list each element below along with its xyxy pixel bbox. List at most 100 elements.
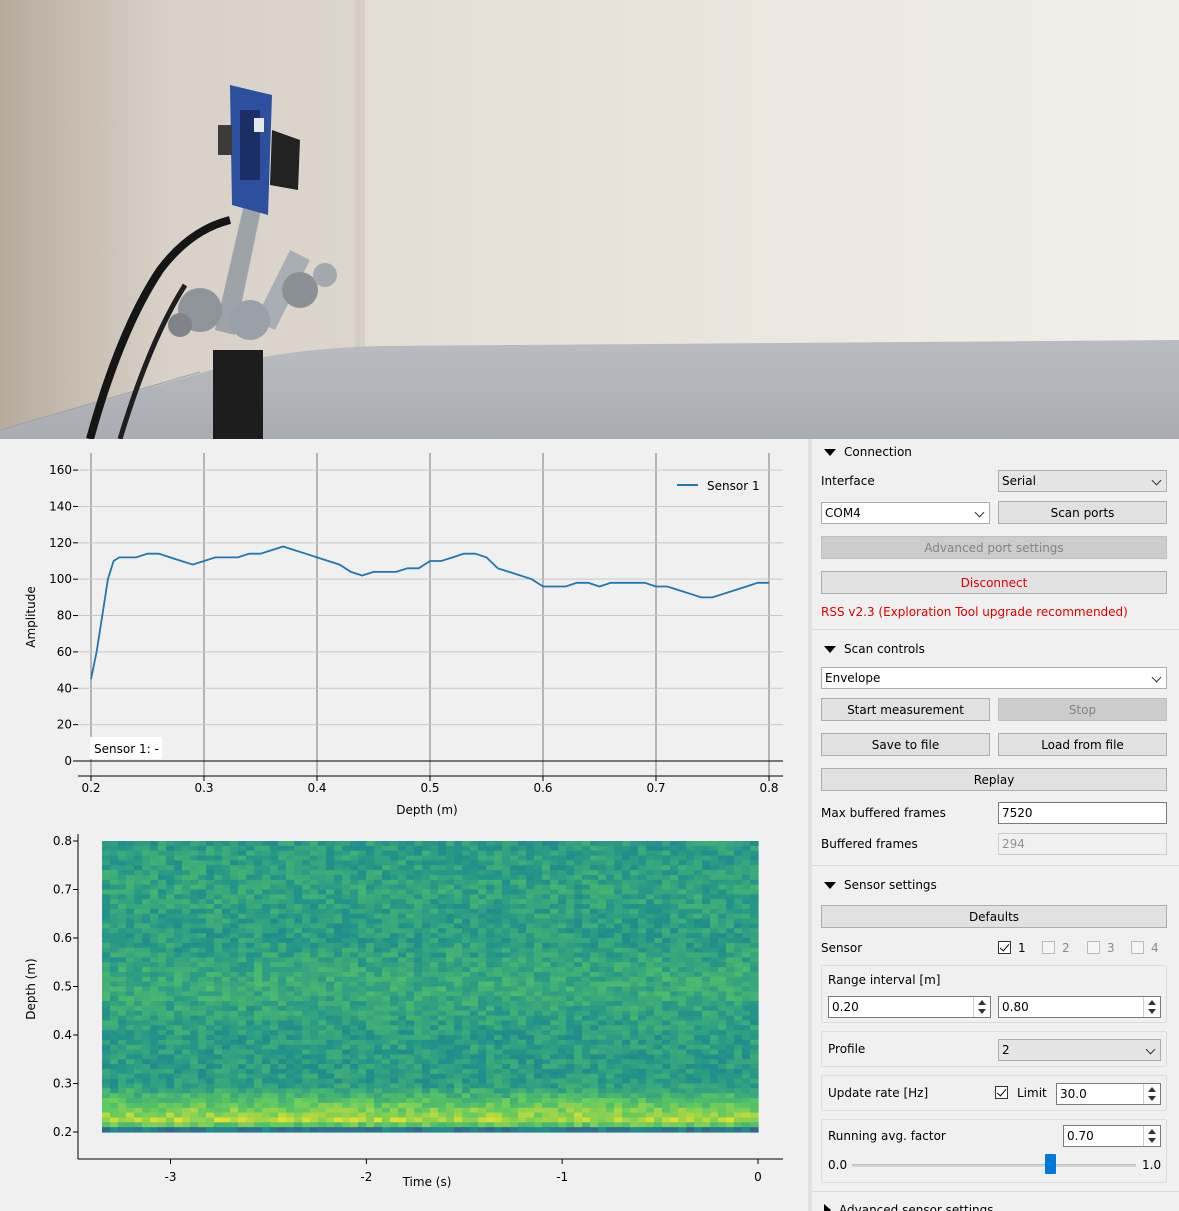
heatmap-cell bbox=[310, 1073, 319, 1080]
heatmap-cell bbox=[622, 962, 631, 968]
heatmap-cell bbox=[726, 894, 735, 900]
heatmap-cell bbox=[174, 957, 183, 963]
heatmap-cell bbox=[134, 942, 143, 949]
heatmap-cell bbox=[454, 1035, 463, 1041]
heatmap-cell bbox=[558, 1093, 567, 1099]
heatmap-cell bbox=[198, 1010, 207, 1017]
heatmap-cell bbox=[614, 1127, 623, 1133]
heatmap-cell bbox=[182, 928, 191, 934]
heatmap-cell bbox=[518, 938, 527, 944]
heatmap-cell bbox=[622, 879, 631, 886]
heatmap-cell bbox=[750, 1015, 759, 1022]
heatmap-cell bbox=[190, 1083, 199, 1089]
heatmap-cell bbox=[390, 971, 399, 978]
heatmap-cell bbox=[166, 1093, 175, 1099]
heatmap-cell bbox=[238, 1117, 247, 1123]
heatmap-cell bbox=[350, 991, 359, 997]
heatmap-cell bbox=[134, 1098, 143, 1104]
heatmap-cell bbox=[262, 1098, 271, 1104]
heatmap-cell bbox=[110, 1102, 119, 1109]
heatmap-cell bbox=[254, 1068, 263, 1075]
heatmap-cell bbox=[734, 952, 743, 958]
heatmap-cell bbox=[342, 855, 351, 861]
heatmap-cell bbox=[670, 855, 679, 861]
heatmap-cell bbox=[278, 1030, 287, 1036]
heatmap-cell bbox=[550, 874, 559, 881]
heatmap-cell bbox=[614, 894, 623, 900]
heatmap-cell bbox=[662, 942, 671, 949]
heatmap-cell bbox=[454, 1015, 463, 1022]
heatmap-cell bbox=[590, 942, 599, 949]
heatmap-cell bbox=[142, 918, 151, 925]
heatmap-cell bbox=[190, 855, 199, 861]
heatmap-cell bbox=[390, 1117, 399, 1123]
heatmap-cell bbox=[614, 1005, 623, 1012]
heatmap-cell bbox=[374, 1098, 383, 1104]
heatmap-cell bbox=[270, 1030, 279, 1036]
heatmap-cell bbox=[558, 971, 567, 978]
heatmap-cell bbox=[678, 908, 687, 915]
heatmap-cell bbox=[470, 855, 479, 861]
heatmap-cell bbox=[414, 933, 423, 939]
heatmap-cell bbox=[326, 1035, 335, 1041]
heatmap-cell bbox=[534, 1039, 543, 1046]
heatmap-cell bbox=[174, 1117, 183, 1123]
heatmap-cell bbox=[454, 1122, 463, 1128]
heatmap-cell bbox=[190, 1112, 199, 1119]
heatmap-cell bbox=[126, 1025, 135, 1031]
heatmap-cell bbox=[574, 967, 583, 973]
heatmap-cell bbox=[478, 1059, 487, 1065]
heatmap-cell bbox=[574, 962, 583, 968]
heatmap-cell bbox=[542, 1020, 551, 1026]
heatmap-cell bbox=[182, 1044, 191, 1051]
heatmap-cell bbox=[630, 952, 639, 958]
heatmap-cell bbox=[646, 1107, 655, 1114]
heatmap-cell bbox=[246, 957, 255, 963]
heatmap-cell bbox=[150, 1025, 159, 1031]
heatmap-cell bbox=[718, 899, 727, 905]
heatmap-cell bbox=[158, 865, 167, 871]
heatmap-cell bbox=[374, 933, 383, 939]
heatmap-cell bbox=[406, 981, 415, 988]
heatmap-cell bbox=[294, 1102, 303, 1109]
heatmap-cell bbox=[166, 928, 175, 934]
heatmap-cell bbox=[374, 957, 383, 963]
heatmap-cell bbox=[358, 1083, 367, 1089]
heatmap-cell bbox=[486, 1107, 495, 1114]
heatmap-cell bbox=[126, 899, 135, 905]
heatmap-cell bbox=[102, 1035, 111, 1041]
heatmap-cell bbox=[486, 1010, 495, 1017]
heatmap-cell bbox=[478, 923, 487, 929]
heatmap-cell bbox=[398, 1044, 407, 1051]
heatmap-cell bbox=[334, 1025, 343, 1031]
heatmap-cell bbox=[286, 1127, 295, 1133]
heatmap-cell bbox=[166, 1127, 175, 1133]
heatmap-cell bbox=[502, 1107, 511, 1114]
heatmap-cell bbox=[366, 1093, 375, 1099]
heatmap-cell bbox=[238, 1049, 247, 1055]
heatmap-cell bbox=[406, 1035, 415, 1041]
heatmap-cell bbox=[454, 1039, 463, 1046]
heatmap-cell bbox=[358, 967, 367, 973]
heatmap-cell bbox=[302, 874, 311, 881]
heatmap-cell bbox=[446, 904, 455, 910]
heatmap-cell bbox=[550, 971, 559, 978]
heatmap-cell bbox=[150, 1078, 159, 1085]
heatmap-cell bbox=[358, 933, 367, 939]
heatmap-cell bbox=[702, 933, 711, 939]
heatmap-cell bbox=[470, 845, 479, 852]
heatmap-cell bbox=[246, 971, 255, 978]
heatmap-cell bbox=[446, 860, 455, 866]
heatmap-cell bbox=[462, 1035, 471, 1041]
heatmap-cell bbox=[478, 1054, 487, 1060]
heatmap-cell bbox=[334, 1107, 343, 1114]
heatmap-cell bbox=[126, 1044, 135, 1051]
heatmap-cell bbox=[238, 1073, 247, 1080]
heatmap-cell bbox=[406, 996, 415, 1002]
heatmap-cell bbox=[382, 1010, 391, 1017]
heatmap-cell bbox=[222, 1030, 231, 1036]
heatmap-cell bbox=[534, 1088, 543, 1094]
heatmap-cell bbox=[430, 991, 439, 997]
heatmap-cell bbox=[694, 1030, 703, 1036]
heatmap-cell bbox=[750, 870, 759, 876]
